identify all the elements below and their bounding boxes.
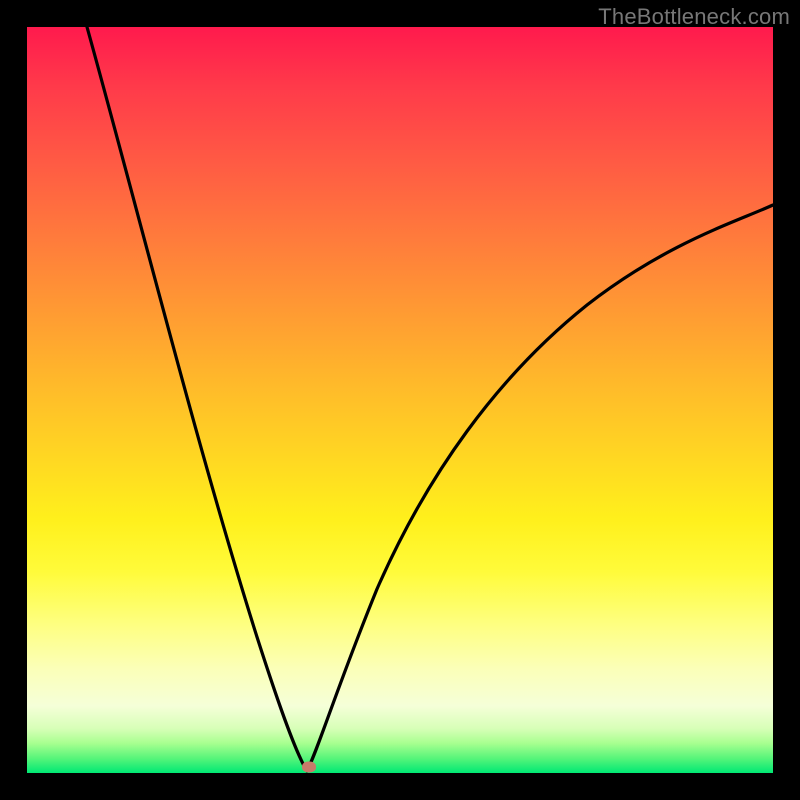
chart-frame: TheBottleneck.com	[0, 0, 800, 800]
optimal-point-marker	[302, 762, 316, 773]
bottleneck-curve	[27, 27, 773, 773]
watermark-text: TheBottleneck.com	[598, 4, 790, 30]
curve-left	[87, 27, 307, 771]
plot-area	[27, 27, 773, 773]
curve-right	[307, 205, 773, 771]
